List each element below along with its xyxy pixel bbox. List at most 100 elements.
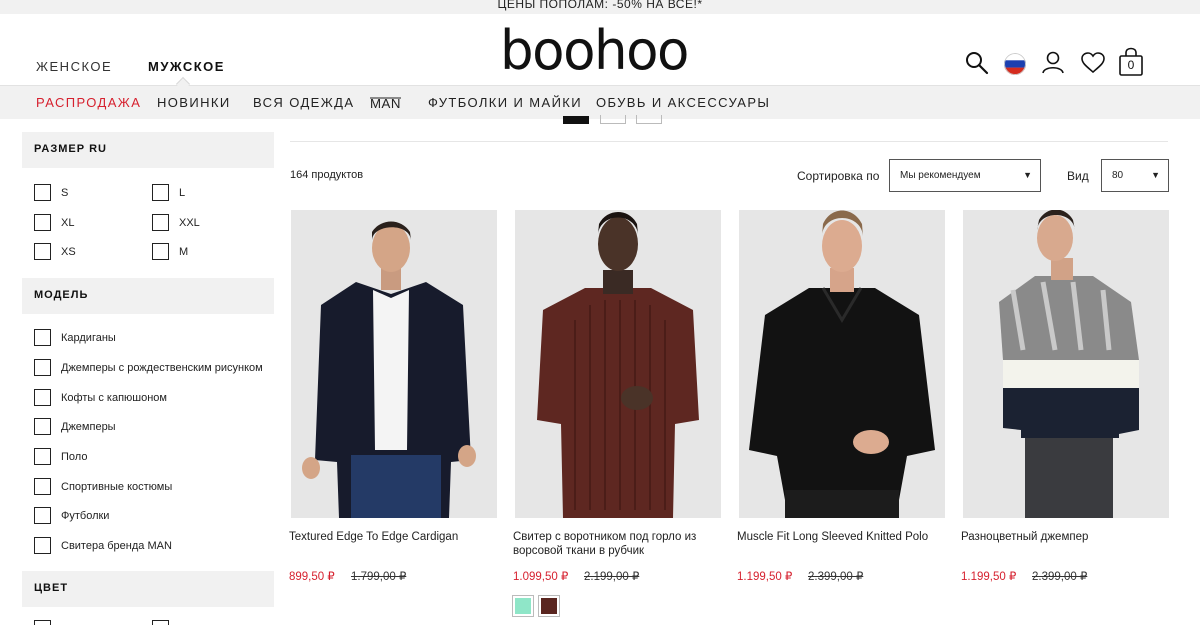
- sort-value: Мы рекомендуем: [900, 170, 981, 181]
- view-value: 80: [1112, 170, 1124, 181]
- checkbox[interactable]: [152, 184, 169, 201]
- model-label: Спортивные костюмы: [61, 480, 173, 493]
- nav-shoes-accessories[interactable]: ОБУВЬ И АКСЕССУАРЫ: [596, 95, 770, 110]
- size-option-m[interactable]: M: [152, 243, 188, 260]
- color-swatch-burgundy[interactable]: [538, 595, 560, 617]
- model-label: Футболки: [61, 509, 110, 522]
- heart-icon[interactable]: [1080, 50, 1106, 76]
- model-option[interactable]: Свитера бренда MAN: [34, 537, 172, 554]
- filter-model-title: МОДЕЛЬ: [34, 289, 89, 301]
- size-option-s[interactable]: S: [34, 184, 68, 201]
- chevron-down-icon: ▼: [1151, 170, 1160, 180]
- model-option[interactable]: Поло: [34, 448, 87, 465]
- checkbox[interactable]: [34, 214, 51, 231]
- model-option[interactable]: Кофты с капюшоном: [34, 389, 167, 406]
- product-count: 164 продуктов: [290, 169, 364, 181]
- sort-label: Сортировка по: [797, 169, 880, 183]
- nav-tshirts[interactable]: ФУТБОЛКИ И МАЙКИ: [428, 95, 582, 110]
- size-label: S: [61, 186, 69, 199]
- chevron-down-icon: ▼: [1023, 170, 1032, 180]
- promo-banner[interactable]: ЦЕНЫ ПОПОЛАМ: -50% НА ВСЁ!*: [0, 0, 1200, 14]
- filter-size-header[interactable]: РАЗМЕР RU: [22, 132, 274, 168]
- swatch-fill: [515, 598, 531, 614]
- nav-new[interactable]: НОВИНКИ: [157, 95, 231, 110]
- view-select[interactable]: 80 ▼: [1101, 159, 1169, 192]
- checkbox[interactable]: [34, 448, 51, 465]
- checkbox[interactable]: [34, 620, 51, 625]
- product-name[interactable]: Разноцветный джемпер: [961, 530, 1173, 544]
- model-option[interactable]: Футболки: [34, 507, 109, 524]
- model-label: Кофты с капюшоном: [61, 391, 167, 404]
- product-old-price: 2.399,00 ₽: [808, 571, 864, 583]
- filter-model-header[interactable]: МОДЕЛЬ: [22, 278, 274, 314]
- model-label: Джемперы: [61, 420, 116, 433]
- model-label: Свитера бренда MAN: [61, 539, 172, 552]
- nav-sale[interactable]: РАСПРОДАЖА: [36, 95, 141, 110]
- checkbox[interactable]: [34, 478, 51, 495]
- size-option-l[interactable]: L: [152, 184, 185, 201]
- model-label: Поло: [61, 450, 88, 463]
- model-option[interactable]: Джемперы: [34, 418, 116, 435]
- grid-toggle[interactable]: [600, 115, 626, 124]
- product-image[interactable]: [291, 210, 497, 518]
- product-image[interactable]: [739, 210, 945, 518]
- checkbox[interactable]: [34, 184, 51, 201]
- product-name[interactable]: Muscle Fit Long Sleeved Knitted Polo: [737, 530, 949, 544]
- logo-text: boohoo: [500, 24, 688, 80]
- swatch-fill: [541, 598, 557, 614]
- bag-count: 0: [1127, 58, 1135, 72]
- product-price: 1.199,50 ₽: [961, 571, 1017, 583]
- checkbox[interactable]: [34, 359, 51, 376]
- filter-size-title: РАЗМЕР RU: [34, 143, 107, 155]
- nav-women[interactable]: ЖЕНСКОЕ: [36, 59, 112, 74]
- sort-select[interactable]: Мы рекомендуем ▼: [889, 159, 1041, 192]
- color-swatch-mint[interactable]: [512, 595, 534, 617]
- nav-all-clothing[interactable]: ВСЯ ОДЕЖДА: [253, 95, 354, 110]
- grid-toggle-active[interactable]: [563, 116, 589, 124]
- product-old-price: 2.399,00 ₽: [1032, 571, 1088, 583]
- product-image[interactable]: [963, 210, 1169, 518]
- checkbox[interactable]: [34, 243, 51, 260]
- model-option[interactable]: Спортивные костюмы: [34, 478, 172, 495]
- model-label: Кардиганы: [61, 331, 116, 344]
- checkbox[interactable]: [34, 507, 51, 524]
- grid-toggle[interactable]: [636, 115, 662, 124]
- model-option[interactable]: Джемперы с рождественским рисунком: [34, 359, 263, 376]
- product-price: 1.099,50 ₽: [513, 571, 569, 583]
- user-icon[interactable]: [1040, 50, 1066, 76]
- size-label: M: [179, 245, 189, 258]
- product-price: 1.199,50 ₽: [737, 571, 793, 583]
- checkbox[interactable]: [152, 243, 169, 260]
- product-name[interactable]: Свитер с воротником под горло из ворсово…: [513, 530, 725, 558]
- nav-men[interactable]: МУЖСКОЕ: [148, 59, 225, 74]
- product-price: 899,50 ₽: [289, 571, 335, 583]
- checkbox[interactable]: [34, 329, 51, 346]
- search-icon[interactable]: [964, 50, 990, 76]
- checkbox[interactable]: [34, 389, 51, 406]
- size-label: L: [179, 186, 186, 199]
- promo-text: ЦЕНЫ ПОПОЛАМ: -50% НА ВСЁ!*: [497, 0, 703, 11]
- boohoo-logo[interactable]: boohoo: [500, 24, 690, 80]
- checkbox[interactable]: [152, 214, 169, 231]
- russia-flag-icon[interactable]: [1004, 53, 1026, 75]
- filter-color-header[interactable]: ЦВЕТ: [22, 571, 274, 607]
- checkbox[interactable]: [152, 620, 169, 625]
- product-image[interactable]: [515, 210, 721, 518]
- product-old-price: 2.199,00 ₽: [584, 571, 640, 583]
- checkbox[interactable]: [34, 537, 51, 554]
- size-label: XS: [61, 245, 76, 258]
- size-option-xl[interactable]: XL: [34, 214, 74, 231]
- model-option[interactable]: Кардиганы: [34, 329, 116, 346]
- filter-color-title: ЦВЕТ: [34, 582, 69, 594]
- size-label: XL: [61, 216, 75, 229]
- size-option-xxl[interactable]: XXL: [152, 214, 200, 231]
- size-label: XXL: [179, 216, 200, 229]
- model-label: Джемперы с рождественским рисунком: [61, 361, 263, 374]
- size-option-xs[interactable]: XS: [34, 243, 76, 260]
- product-old-price: 1.799,00 ₽: [351, 571, 407, 583]
- view-label: Вид: [1067, 169, 1089, 183]
- product-name[interactable]: Textured Edge To Edge Cardigan: [289, 530, 501, 544]
- checkbox[interactable]: [34, 418, 51, 435]
- nav-man[interactable]: MAN: [370, 96, 402, 110]
- toolbar-divider: [290, 141, 1168, 142]
